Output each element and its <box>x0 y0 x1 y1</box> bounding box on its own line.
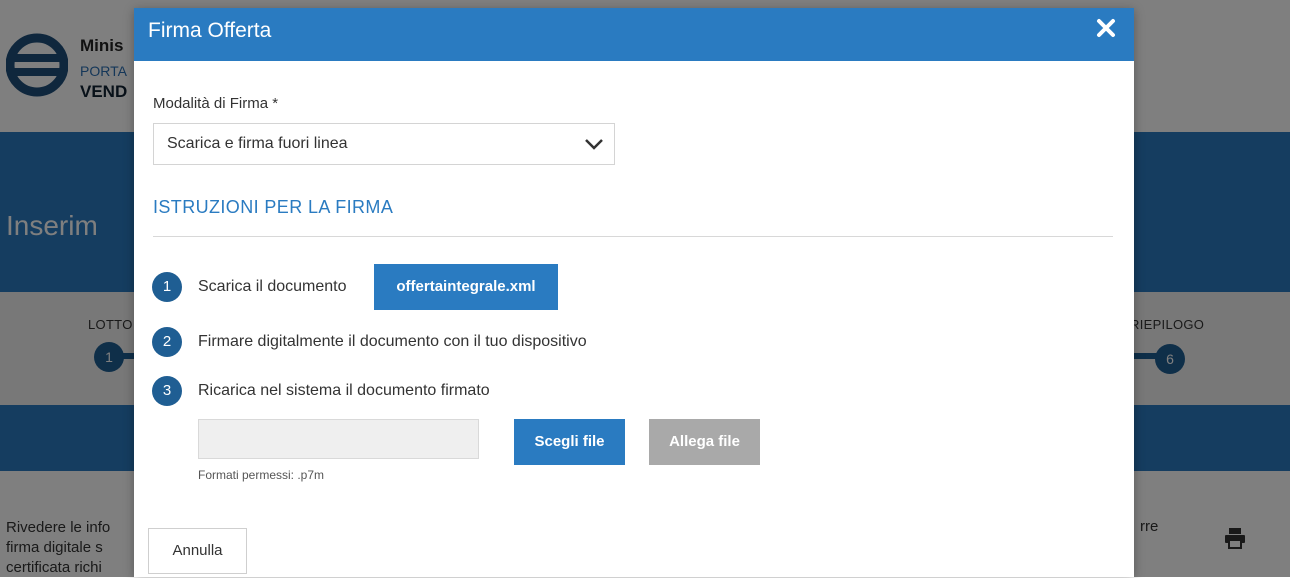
close-icon[interactable] <box>1094 16 1118 40</box>
allowed-formats-note: Formati permessi: .p7m <box>198 468 325 482</box>
signature-mode-label: Modalità di Firma * <box>153 95 279 112</box>
instruction-step-text-1: Scarica il documento <box>198 278 347 295</box>
signature-mode-select[interactable]: Scarica e firma fuori linea <box>153 123 615 165</box>
instruction-step-number-3: 3 <box>152 376 182 406</box>
section-divider <box>153 236 1113 237</box>
instruction-step-text-3: Ricarica nel sistema il documento firmat… <box>198 382 490 399</box>
modal-header: Firma Offerta <box>134 8 1134 61</box>
instruction-step-text-2: Firmare digitalmente il documento con il… <box>198 333 587 350</box>
chevron-down-icon <box>585 139 603 150</box>
attach-file-button[interactable]: Allega file <box>649 419 760 465</box>
choose-file-button[interactable]: Scegli file <box>514 419 625 465</box>
signature-mode-value: Scarica e firma fuori linea <box>167 135 348 152</box>
instruction-step-number-2: 2 <box>152 327 182 357</box>
signed-file-input[interactable] <box>198 419 479 459</box>
instructions-title: ISTRUZIONI PER LA FIRMA <box>153 197 394 217</box>
instruction-step-number-1: 1 <box>152 272 182 302</box>
sign-offer-modal: Firma Offerta Modalità di Firma * Scaric… <box>134 8 1134 577</box>
cancel-button[interactable]: Annulla <box>148 528 247 574</box>
modal-title: Firma Offerta <box>148 19 272 42</box>
download-document-button[interactable]: offertaintegrale.xml <box>374 264 558 310</box>
